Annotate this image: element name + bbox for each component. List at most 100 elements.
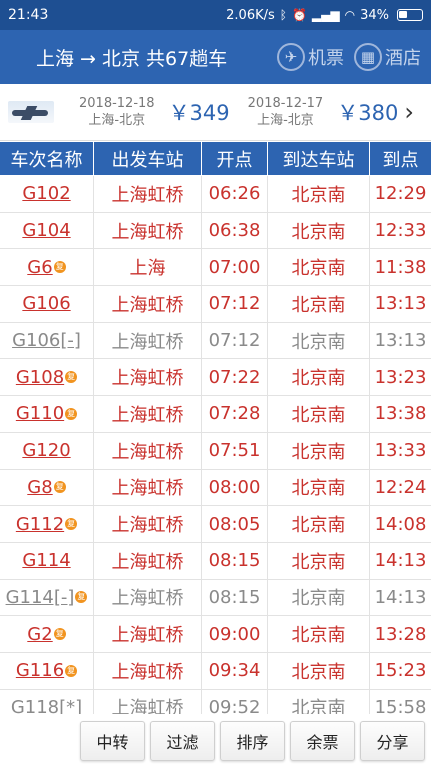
flight-button[interactable]: ✈ 机票: [277, 43, 344, 71]
train-code-cell[interactable]: G6 复: [0, 249, 94, 286]
fuxing-badge-icon: 复: [53, 261, 66, 274]
date-price-bar: 2018-12-18 上海-北京 ￥349 2018-12-17 上海-北京 ￥…: [0, 84, 431, 141]
train-code-cell[interactable]: G114[-] 复: [0, 579, 94, 616]
train-code-cell[interactable]: G108 复: [0, 359, 94, 396]
filter-button[interactable]: 过滤: [150, 721, 215, 761]
train-code-cell[interactable]: G106: [0, 286, 94, 322]
arrival-station: 北京南: [268, 579, 370, 616]
fuxing-badge-icon: 复: [65, 518, 78, 531]
train-code[interactable]: G8: [27, 477, 52, 498]
remaining-tickets-button[interactable]: 余票: [290, 721, 355, 761]
fuxing-badge-icon: 复: [65, 371, 78, 384]
departure-station: 上海虹桥: [94, 542, 202, 579]
fuxing-badge-icon: 复: [65, 407, 78, 420]
battery-icon: [397, 9, 423, 21]
train-code-cell[interactable]: G104: [0, 212, 94, 249]
flight-date: 2018-12-17: [247, 96, 324, 111]
train-code-cell[interactable]: G120: [0, 432, 94, 469]
train-code[interactable]: G6: [27, 257, 52, 278]
train-code-cell[interactable]: G116 复: [0, 652, 94, 689]
departure-station: 上海虹桥: [94, 579, 202, 616]
hotel-label: 酒店: [385, 48, 421, 69]
table-row[interactable]: G114[-] 复上海虹桥 08:15 北京南 14:13: [0, 579, 431, 617]
table-row[interactable]: G102 上海虹桥 06:26 北京南 12:29: [0, 176, 431, 213]
share-button[interactable]: 分享: [360, 721, 425, 761]
column-header-departure[interactable]: 开点: [202, 142, 268, 175]
sort-button[interactable]: 排序: [220, 721, 285, 761]
arrival-time: 12:29: [374, 183, 427, 205]
hotel-button[interactable]: ▦ 酒店: [354, 43, 421, 71]
flight-price[interactable]: ￥349: [169, 97, 230, 127]
table-row[interactable]: G108 复上海虹桥 07:22 北京南 13:23: [0, 359, 431, 397]
departure-time: 07:12: [202, 286, 268, 322]
flight-price[interactable]: ￥380: [337, 97, 398, 127]
flight-option-left[interactable]: 2018-12-18 上海-北京: [79, 95, 155, 129]
chevron-right-icon[interactable]: ›: [404, 98, 414, 126]
train-code-cell[interactable]: G112 复: [0, 506, 94, 542]
train-code-cell[interactable]: G2 复: [0, 616, 94, 652]
departure-time: 07:28: [202, 396, 268, 432]
arrival-station: 北京南: [268, 249, 370, 286]
train-code-cell[interactable]: G8 复: [0, 469, 94, 506]
departure-time: 08:15: [202, 579, 268, 616]
train-code[interactable]: G106: [22, 293, 70, 314]
train-code[interactable]: G112: [16, 514, 64, 535]
header: 上海 → 北京 共67趟车 ✈ 机票 ▦ 酒店: [0, 30, 431, 84]
table-row[interactable]: G2 复上海虹桥 09:00 北京南 13:28: [0, 616, 431, 653]
train-code[interactable]: G114: [22, 550, 70, 571]
table-row[interactable]: G106[-] 上海虹桥 07:12 北京南 13:13: [0, 322, 431, 360]
column-header-from[interactable]: 出发车站: [94, 142, 202, 175]
arrival-station: 北京南: [268, 652, 370, 689]
train-code[interactable]: G2: [27, 624, 52, 645]
train-code[interactable]: G104: [22, 220, 70, 241]
train-code-cell[interactable]: G106[-]: [0, 322, 94, 359]
departure-time: 07:51: [202, 432, 268, 469]
flight-date: 2018-12-18: [79, 96, 155, 111]
column-header-arrival[interactable]: 到点: [370, 142, 431, 175]
table-row[interactable]: G6 复上海 07:00 北京南 11:38: [0, 249, 431, 287]
table-row[interactable]: G116 复上海虹桥 09:34 北京南 15:23: [0, 652, 431, 690]
arrival-time: 11:38: [374, 256, 427, 278]
train-code[interactable]: G110: [16, 403, 64, 424]
arrival-time: 13:28: [374, 623, 427, 645]
bottom-toolbar: 中转 过滤 排序 余票 分享: [0, 714, 431, 768]
arrival-station: 北京南: [268, 286, 370, 322]
flight-option-right[interactable]: 2018-12-17 上海-北京: [248, 95, 324, 129]
arrival-station: 北京南: [268, 212, 370, 249]
train-code-cell[interactable]: G102: [0, 176, 94, 212]
table-header: 车次名称 出发车站 开点 到达车站 到点: [0, 142, 431, 175]
train-code[interactable]: G114[-]: [6, 587, 75, 608]
departure-station: 上海虹桥: [94, 396, 202, 432]
arrival-station: 北京南: [268, 176, 370, 212]
table-row[interactable]: G114 上海虹桥 08:15 北京南 14:13: [0, 542, 431, 580]
clock: 21:43: [8, 7, 49, 23]
departure-time: 07:00: [202, 249, 268, 286]
hotel-icon: ▦: [354, 43, 382, 71]
departure-station: 上海: [94, 249, 202, 286]
train-code[interactable]: G108: [16, 367, 64, 388]
train-code-cell[interactable]: G114: [0, 542, 94, 579]
table-row[interactable]: G112 复上海虹桥 08:05 北京南 14:08: [0, 506, 431, 543]
train-code[interactable]: G106[-]: [12, 330, 81, 351]
table-row[interactable]: G120 上海虹桥 07:51 北京南 13:33: [0, 432, 431, 470]
column-header-to[interactable]: 到达车站: [268, 142, 370, 175]
departure-time: 08:05: [202, 506, 268, 542]
departure-station: 上海虹桥: [94, 652, 202, 689]
column-header-train[interactable]: 车次名称: [0, 142, 94, 175]
train-code[interactable]: G102: [22, 183, 70, 204]
train-code[interactable]: G120: [22, 440, 70, 461]
train-code-cell[interactable]: G110 复: [0, 396, 94, 432]
transfer-button[interactable]: 中转: [80, 721, 145, 761]
departure-station: 上海虹桥: [94, 506, 202, 542]
table-row[interactable]: G8 复上海虹桥 08:00 北京南 12:24: [0, 469, 431, 507]
table-row[interactable]: G104 上海虹桥 06:38 北京南 12:33: [0, 212, 431, 250]
airplane-icon: ✈: [277, 43, 305, 71]
departure-station: 上海虹桥: [94, 359, 202, 396]
alarm-icon: ⏰: [291, 8, 307, 22]
table-row[interactable]: G106 上海虹桥 07:12 北京南 13:13: [0, 286, 431, 323]
flight-label: 机票: [308, 48, 344, 69]
table-row[interactable]: G110 复上海虹桥 07:28 北京南 13:38: [0, 396, 431, 433]
wifi-icon: ◠: [344, 8, 356, 22]
network-speed: 2.06K/s: [226, 7, 275, 23]
train-code[interactable]: G116: [16, 660, 64, 681]
